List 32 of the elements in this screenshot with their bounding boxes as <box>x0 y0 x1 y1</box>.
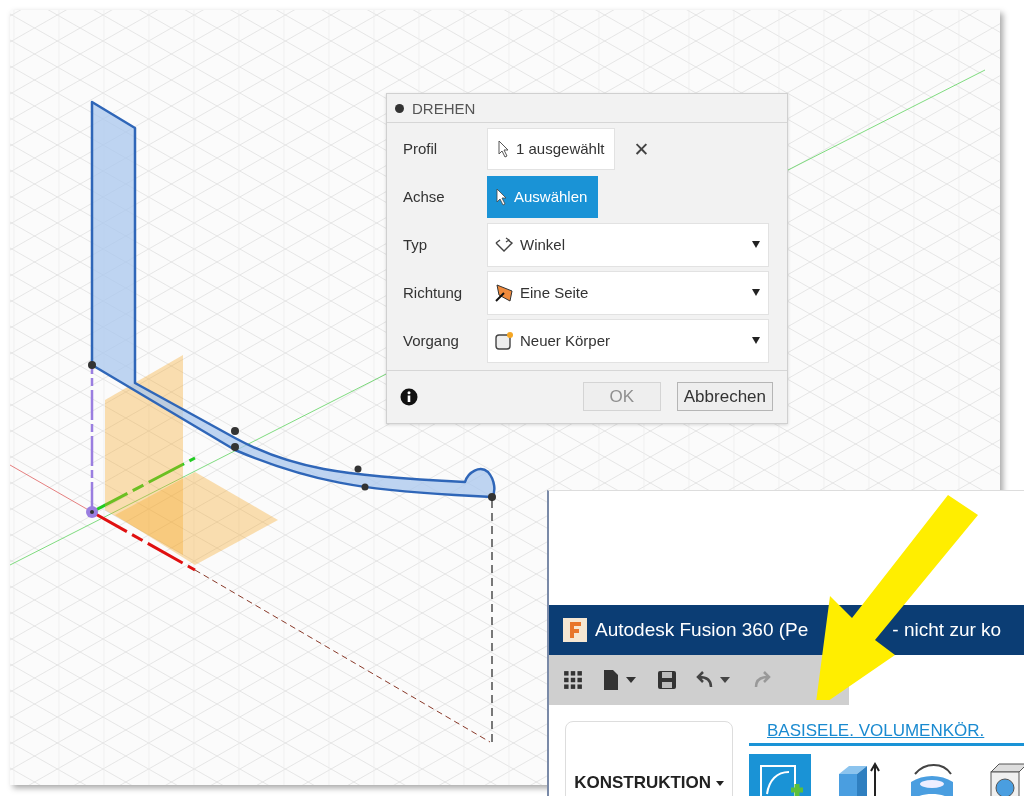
cancel-button[interactable]: Abbrechen <box>676 382 773 411</box>
selection-button[interactable]: 1 ausgewählt <box>487 127 616 170</box>
cursor-icon <box>496 187 508 206</box>
caret-icon <box>752 241 760 248</box>
field-label: Vorgang <box>403 332 460 349</box>
body-icon <box>494 330 514 351</box>
dialog-title: DREHEN <box>412 99 476 117</box>
field-label: Richtung <box>403 284 464 301</box>
caret-icon <box>752 289 760 296</box>
workspace-dropdown[interactable]: KONSTRUKTION <box>565 721 733 796</box>
dropdown[interactable]: Neuer Körper <box>487 318 769 363</box>
caret-icon <box>715 780 724 786</box>
field-label: Profil <box>403 140 439 157</box>
app-logo-icon <box>563 618 587 642</box>
clear-button[interactable]: ✕ <box>629 137 654 160</box>
window-title: - nicht zur ko <box>892 619 1002 641</box>
info-icon[interactable] <box>400 387 418 406</box>
field-label: Achse <box>403 188 446 205</box>
collapse-icon[interactable] <box>395 103 404 113</box>
save-icon[interactable] <box>657 670 677 690</box>
window-title: Autodesk Fusion 360 (Pe <box>595 619 809 641</box>
cursor-icon <box>498 139 510 158</box>
caret-icon <box>752 337 760 344</box>
direction-icon <box>494 282 514 303</box>
file-icon[interactable] <box>601 669 639 691</box>
dropdown[interactable]: Eine Seite <box>487 270 769 315</box>
revolve-icon <box>494 236 514 253</box>
dropdown[interactable]: Winkel <box>487 222 769 267</box>
apps-grid-icon[interactable] <box>563 670 583 690</box>
sketch-tool-button[interactable] <box>749 754 811 796</box>
ribbon-tab[interactable]: BASISELE. VOLUMENKÖR. <box>749 721 1024 746</box>
field-label: Typ <box>403 236 429 253</box>
